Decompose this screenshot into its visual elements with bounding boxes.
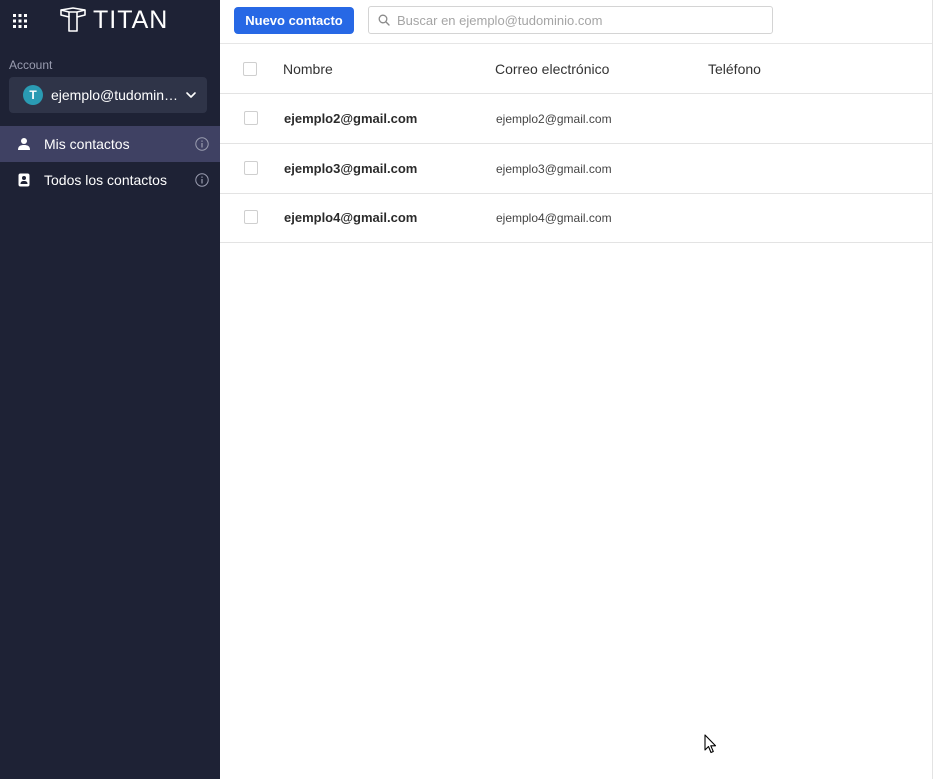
contact-email: ejemplo2@gmail.com bbox=[496, 111, 612, 126]
account-email: ejemplo@tudominio.com bbox=[51, 87, 179, 103]
column-header-nombre[interactable]: Nombre bbox=[283, 44, 333, 93]
logo-text: TITAN bbox=[93, 5, 169, 34]
contact-name: ejemplo3@gmail.com bbox=[284, 161, 418, 176]
avatar: T bbox=[23, 85, 43, 105]
new-contact-button[interactable]: Nuevo contacto bbox=[234, 7, 354, 34]
info-icon[interactable] bbox=[195, 173, 209, 187]
mouse-cursor-icon bbox=[704, 734, 717, 754]
account-selector[interactable]: T ejemplo@tudominio.com bbox=[9, 77, 207, 113]
table-row[interactable]: ejemplo4@gmail.com ejemplo4@gmail.com bbox=[220, 193, 932, 243]
titan-logo: TITAN bbox=[59, 6, 168, 34]
sidebar-item-label: Todos los contactos bbox=[44, 172, 167, 188]
table-header: Nombre Correo electrónico Teléfono bbox=[220, 44, 932, 94]
contacts-app: TITAN Account T ejemplo@tudominio.com Mi… bbox=[0, 0, 934, 779]
titan-logo-icon bbox=[60, 7, 86, 32]
sidebar-item-todos-los-contactos[interactable]: Todos los contactos bbox=[0, 162, 220, 198]
table-row[interactable]: ejemplo2@gmail.com ejemplo2@gmail.com bbox=[220, 94, 932, 144]
contact-email: ejemplo3@gmail.com bbox=[496, 161, 612, 176]
account-label: Account bbox=[9, 58, 53, 72]
table-row[interactable]: ejemplo3@gmail.com ejemplo3@gmail.com bbox=[220, 144, 932, 194]
contact-name: ejemplo2@gmail.com bbox=[284, 111, 418, 126]
search-icon bbox=[378, 14, 390, 26]
sidebar: TITAN Account T ejemplo@tudominio.com Mi… bbox=[0, 0, 220, 779]
column-header-telefono[interactable]: Teléfono bbox=[708, 44, 761, 93]
sidebar-item-label: Mis contactos bbox=[44, 136, 130, 152]
apps-grid-icon[interactable] bbox=[12, 13, 28, 29]
chevron-down-icon bbox=[186, 92, 196, 98]
main-content: Nuevo contacto Nombre Correo electrónico… bbox=[220, 0, 933, 779]
toolbar: Nuevo contacto bbox=[220, 0, 932, 44]
contact-name: ejemplo4@gmail.com bbox=[284, 210, 418, 225]
sidebar-item-mis-contactos[interactable]: Mis contactos bbox=[0, 126, 220, 162]
column-header-correo[interactable]: Correo electrónico bbox=[495, 44, 609, 93]
info-icon[interactable] bbox=[195, 137, 209, 151]
search-input[interactable] bbox=[395, 11, 759, 29]
select-all-checkbox[interactable] bbox=[243, 62, 257, 76]
contact-email: ejemplo4@gmail.com bbox=[496, 210, 612, 225]
row-checkbox[interactable] bbox=[244, 210, 258, 224]
contact-book-icon bbox=[18, 173, 30, 187]
search-box[interactable] bbox=[368, 6, 773, 34]
row-checkbox[interactable] bbox=[244, 161, 258, 175]
person-icon bbox=[18, 138, 30, 150]
row-checkbox[interactable] bbox=[244, 111, 258, 125]
